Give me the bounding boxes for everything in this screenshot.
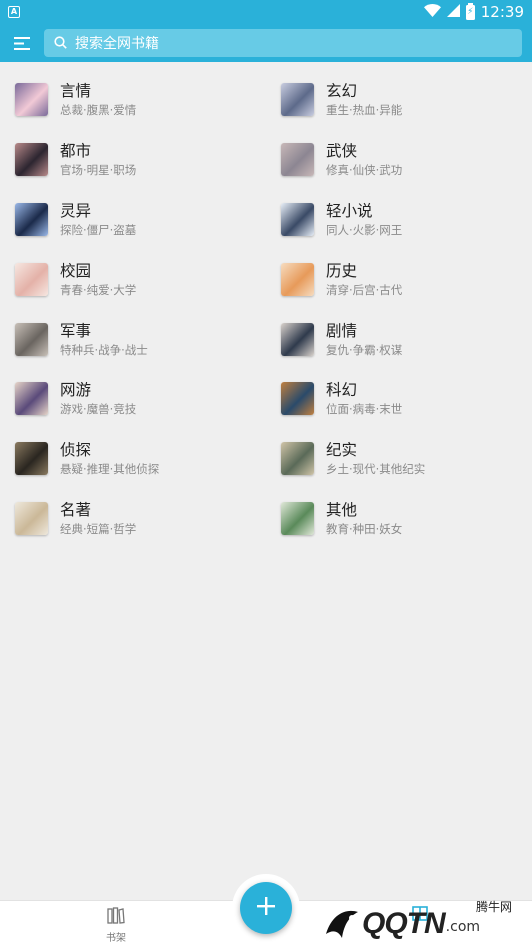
category-name: 纪实 bbox=[326, 441, 358, 460]
plus-icon bbox=[256, 896, 276, 920]
category-item[interactable]: 军事特种兵·战争·战士 bbox=[0, 309, 266, 369]
category-name: 轻小说 bbox=[326, 201, 373, 220]
category-item[interactable]: 玄幻重生·热血·异能 bbox=[266, 70, 532, 130]
category-cover-image bbox=[15, 143, 48, 177]
category-name: 历史 bbox=[326, 261, 358, 280]
app-toolbar: 搜索全网书籍 bbox=[0, 24, 532, 62]
category-item[interactable]: 名著经典·短篇·哲学 bbox=[0, 489, 266, 549]
category-cover-image bbox=[15, 382, 48, 416]
category-tags: 修真·仙侠·武功 bbox=[326, 163, 403, 178]
category-name: 都市 bbox=[60, 142, 92, 161]
category-tags: 位面·病毒·末世 bbox=[326, 402, 403, 417]
category-cover-image bbox=[281, 202, 314, 236]
category-tags: 重生·热血·异能 bbox=[326, 103, 403, 118]
category-item[interactable]: 言情总裁·腹黑·爱情 bbox=[0, 70, 266, 130]
category-tags: 同人·火影·网王 bbox=[326, 222, 403, 237]
search-placeholder: 搜索全网书籍 bbox=[75, 36, 159, 52]
category-name: 科幻 bbox=[326, 381, 358, 400]
category-item[interactable]: 校园青春·纯爱·大学 bbox=[0, 249, 266, 309]
category-cover-image bbox=[15, 202, 48, 236]
category-tags: 总裁·腹黑·爱情 bbox=[60, 103, 137, 118]
watermark-logo: QQTN .com 腾牛网 bbox=[322, 888, 532, 944]
category-tags: 官场·明星·职场 bbox=[60, 163, 137, 178]
tab-bookshelf[interactable]: 书架 bbox=[94, 907, 138, 944]
category-cover-image bbox=[281, 143, 314, 177]
category-cover-image bbox=[281, 322, 314, 356]
category-tags: 特种兵·战争·战士 bbox=[60, 342, 148, 357]
category-name: 侦探 bbox=[60, 441, 92, 460]
category-tags: 复仇·争霸·权谋 bbox=[326, 342, 403, 357]
category-item[interactable]: 灵异探险·僵尸·盗墓 bbox=[0, 190, 266, 250]
signal-icon bbox=[446, 3, 460, 21]
category-cover-image bbox=[281, 442, 314, 476]
category-name: 灵异 bbox=[60, 201, 92, 220]
search-input[interactable]: 搜索全网书籍 bbox=[44, 29, 522, 57]
category-tags: 游戏·魔兽·竞技 bbox=[60, 402, 137, 417]
watermark-text: QQTN bbox=[362, 907, 446, 940]
category-cover-image bbox=[15, 83, 48, 117]
category-name: 名著 bbox=[60, 500, 92, 519]
category-cover-image bbox=[281, 262, 314, 296]
category-cover-image bbox=[15, 262, 48, 296]
category-grid: 言情 总裁·腹黑·爱情 玄幻 重生·热血·异能 都市 官场·明星·职场 武侠 修真·仙侠·武功… bbox=[0, 70, 532, 548]
category-item[interactable]: 纪实乡土·现代·其他纪实 bbox=[266, 429, 532, 489]
category-tags: 乡土·现代·其他纪实 bbox=[326, 462, 426, 477]
battery-charging-icon bbox=[465, 2, 475, 20]
tab-bookshelf-label: 书架 bbox=[106, 933, 126, 944]
category-name: 玄幻 bbox=[326, 82, 358, 101]
category-item[interactable]: 历史清穿·后宫·古代 bbox=[266, 249, 532, 309]
category-cover-image bbox=[15, 442, 48, 476]
wifi-icon bbox=[423, 3, 441, 21]
add-button[interactable] bbox=[240, 882, 292, 934]
category-name: 军事 bbox=[60, 321, 92, 340]
category-tags: 经典·短篇·哲学 bbox=[60, 521, 137, 536]
category-item[interactable]: 科幻位面·病毒·末世 bbox=[266, 369, 532, 429]
category-item[interactable]: 都市官场·明星·职场 bbox=[0, 130, 266, 190]
category-tags: 探险·僵尸·盗墓 bbox=[60, 222, 137, 237]
category-item[interactable]: 其他教育·种田·妖女 bbox=[266, 489, 532, 549]
watermark-emblem-icon bbox=[326, 910, 358, 938]
category-item[interactable]: 轻小说同人·火影·网王 bbox=[266, 190, 532, 250]
bookshelf-icon bbox=[107, 907, 125, 928]
notification-app-icon: A bbox=[8, 6, 20, 18]
category-name: 言情 bbox=[60, 82, 92, 101]
category-name: 网游 bbox=[60, 381, 92, 400]
category-tags: 清穿·后宫·古代 bbox=[326, 282, 403, 297]
category-tags: 悬疑·推理·其他侦探 bbox=[60, 462, 160, 477]
category-name: 武侠 bbox=[326, 142, 358, 161]
watermark-cn: 腾牛网 bbox=[475, 900, 512, 914]
category-tags: 教育·种田·妖女 bbox=[326, 521, 403, 536]
category-tags: 青春·纯爱·大学 bbox=[60, 282, 137, 297]
category-item[interactable]: 武侠修真·仙侠·武功 bbox=[266, 130, 532, 190]
status-bar: A 12:39 bbox=[0, 0, 532, 24]
hamburger-menu-icon[interactable] bbox=[0, 24, 44, 62]
category-cover-image bbox=[281, 382, 314, 416]
category-item[interactable]: 侦探悬疑·推理·其他侦探 bbox=[0, 429, 266, 489]
category-name: 剧情 bbox=[326, 321, 358, 340]
category-item[interactable]: 网游游戏·魔兽·竞技 bbox=[0, 369, 266, 429]
category-name: 校园 bbox=[60, 261, 92, 280]
clock: 12:39 bbox=[480, 3, 524, 21]
category-cover-image bbox=[281, 501, 314, 535]
category-item[interactable]: 剧情复仇·争霸·权谋 bbox=[266, 309, 532, 369]
search-icon bbox=[54, 34, 67, 53]
category-cover-image bbox=[15, 322, 48, 356]
category-name: 其他 bbox=[326, 500, 358, 519]
category-cover-image bbox=[281, 83, 314, 117]
watermark-suffix: .com bbox=[445, 919, 481, 935]
category-cover-image bbox=[15, 501, 48, 535]
